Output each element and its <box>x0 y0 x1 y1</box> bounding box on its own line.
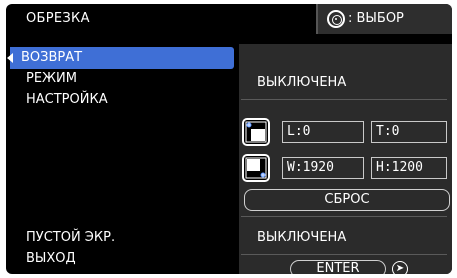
menu-item-mode[interactable]: РЕЖИМ <box>26 71 77 86</box>
reset-button[interactable]: СБРОС <box>244 189 450 211</box>
top-left-corner-icon[interactable] <box>242 118 270 146</box>
divider <box>241 99 447 100</box>
enter-arrow-icon: ➤ <box>392 261 408 274</box>
crop-menu-screen: ОБРЕЗКА : ВЫБОР ВОЗВРАТ РЕЖИМ НАСТРОЙКА … <box>6 4 452 274</box>
divider <box>241 216 447 217</box>
select-hint: : ВЫБОР <box>316 4 452 34</box>
width-field[interactable]: W:1920 <box>282 157 364 179</box>
top-left-corner-glyph <box>245 121 267 143</box>
blank-screen-value: ВЫКЛЮЧЕНА <box>257 230 347 245</box>
select-hint-label: : ВЫБОР <box>348 11 404 26</box>
top-offset-field[interactable]: T:0 <box>371 121 447 143</box>
bottom-right-corner-glyph <box>245 157 267 179</box>
menu-item-setting[interactable]: НАСТРОЙКА <box>26 92 108 107</box>
left-arrow-icon <box>7 53 13 63</box>
enter-button[interactable]: ENTER <box>290 260 386 274</box>
mode-value: ВЫКЛЮЧЕНА <box>257 75 347 90</box>
divider <box>241 254 447 255</box>
height-field[interactable]: H:1200 <box>371 157 447 179</box>
menu-item-blank-screen[interactable]: ПУСТОЙ ЭКР. <box>26 230 115 245</box>
menu-item-return[interactable]: ВОЗВРАТ <box>21 50 82 65</box>
left-offset-field[interactable]: L:0 <box>282 121 364 143</box>
navigation-pad-icon <box>327 10 345 28</box>
bottom-right-corner-icon[interactable] <box>242 154 270 182</box>
menu-title: ОБРЕЗКА <box>26 11 90 26</box>
menu-item-exit[interactable]: ВЫХОД <box>26 251 76 266</box>
